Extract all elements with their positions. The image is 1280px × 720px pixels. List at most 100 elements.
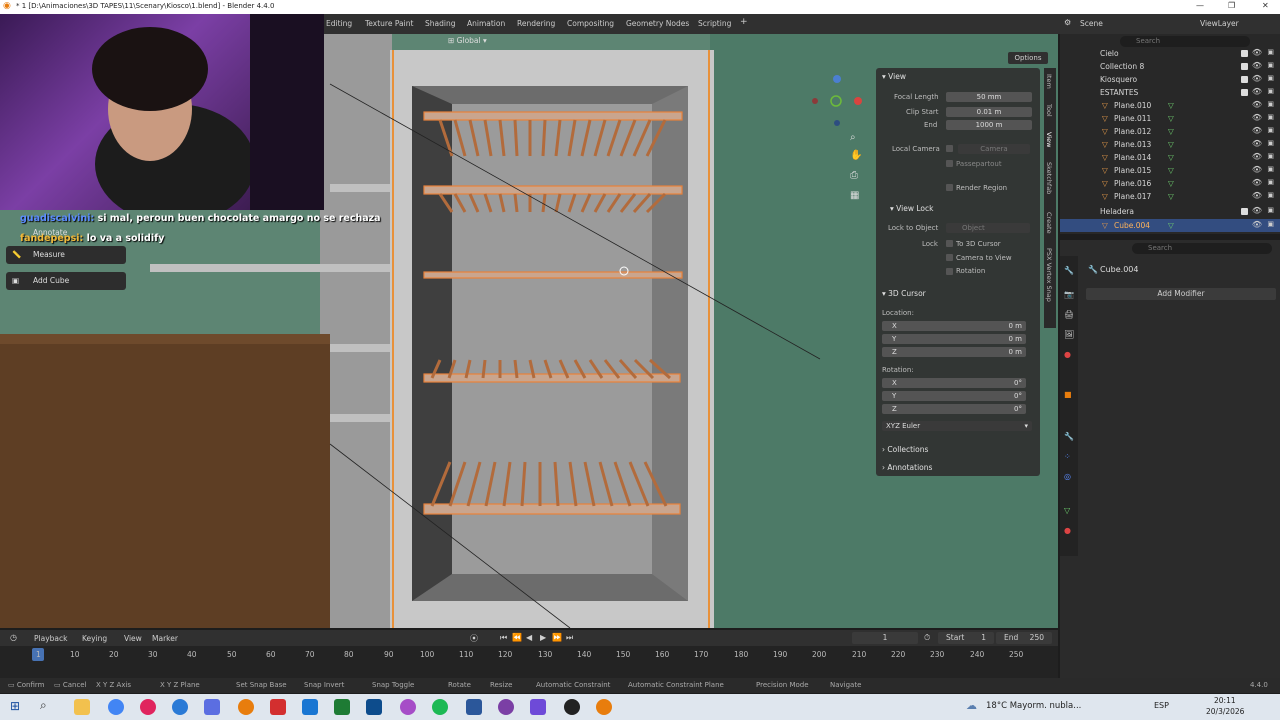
object-tab-icon[interactable]: ■ — [1064, 390, 1072, 399]
tab-sketchfab[interactable]: Sketchfab — [1045, 162, 1053, 194]
eye-icon[interactable]: 👁 — [1252, 152, 1262, 161]
minimize-icon[interactable]: — — [1196, 1, 1204, 10]
outliner-row[interactable]: ▽ Plane.010 ▽ 👁 ▣ — [1060, 99, 1280, 112]
render-icon[interactable]: ▣ — [1267, 152, 1274, 160]
transform-orientation-selector[interactable]: ⊞ Global ▾ — [448, 36, 487, 45]
outliner-row[interactable]: ▽ Plane.011 ▽ 👁 ▣ — [1060, 112, 1280, 125]
render-icon[interactable]: ▣ — [1267, 87, 1274, 95]
eye-icon[interactable]: 👁 — [1252, 126, 1262, 135]
marker-menu[interactable]: Marker — [152, 634, 178, 643]
eye-icon[interactable]: 👁 — [1252, 87, 1262, 96]
render-icon[interactable]: ▣ — [1267, 165, 1274, 173]
tab-scripting[interactable]: Scripting — [698, 19, 731, 28]
scene-tab-icon[interactable]: ● — [1064, 350, 1071, 359]
tool-tab-icon[interactable]: 🔧 — [1064, 266, 1074, 275]
visibility-checkbox[interactable] — [1241, 89, 1248, 96]
word-icon[interactable] — [466, 699, 482, 715]
render-icon[interactable]: ▣ — [1267, 126, 1274, 134]
discord-icon[interactable] — [498, 699, 514, 715]
outliner-row[interactable]: ESTANTES 👁 ▣ — [1060, 86, 1280, 99]
render-icon[interactable]: ▣ — [1267, 220, 1274, 228]
tab-compositing[interactable]: Compositing — [567, 19, 614, 28]
visibility-checkbox[interactable] — [1241, 76, 1248, 83]
eye-icon[interactable]: 👁 — [1252, 74, 1262, 83]
outliner-search-input[interactable]: Search — [1120, 36, 1250, 47]
outliner-row[interactable]: ▽ Plane.017 ▽ 👁 ▣ — [1060, 190, 1280, 203]
3d-cursor-header[interactable]: ▾ 3D Cursor — [882, 289, 926, 298]
language-indicator[interactable]: ESP — [1154, 701, 1169, 710]
clock-date[interactable]: 20/3/2026 — [1206, 707, 1244, 716]
outliner-row[interactable]: ▽ Plane.014 ▽ 👁 ▣ — [1060, 151, 1280, 164]
render-icon[interactable]: ▣ — [1267, 48, 1274, 56]
app3-icon[interactable] — [530, 699, 546, 715]
eye-icon[interactable]: 👁 — [1252, 220, 1262, 229]
recorder-icon[interactable] — [270, 699, 286, 715]
tool-annotate[interactable]: Annotate — [6, 224, 126, 242]
modifier-tab-icon[interactable]: 🔧 — [1064, 432, 1074, 441]
cursor-location-z[interactable]: Z 0 m — [882, 347, 1026, 357]
clock-time[interactable]: 20:11 — [1214, 696, 1236, 705]
viewport-options-button[interactable]: Options — [1008, 52, 1048, 64]
outliner-row[interactable]: Heladera 👁 ▣ — [1060, 205, 1280, 218]
windows-start-icon[interactable]: ⊞ — [10, 699, 20, 713]
pycharm-icon[interactable] — [334, 699, 350, 715]
camera-field[interactable]: Camera — [958, 144, 1030, 154]
eye-icon[interactable]: 👁 — [1252, 206, 1262, 215]
render-icon[interactable]: ▣ — [1267, 206, 1274, 214]
annotations-header[interactable]: › Annotations — [882, 463, 932, 472]
material-tab-icon[interactable]: ● — [1064, 526, 1071, 535]
lock-object-field[interactable]: Object — [946, 223, 1030, 233]
play-icon[interactable]: ▶ — [540, 633, 546, 642]
render-icon[interactable]: ▣ — [1267, 74, 1274, 82]
opera-icon[interactable] — [140, 699, 156, 715]
add-workspace-icon[interactable]: + — [740, 17, 748, 27]
visibility-checkbox[interactable] — [1241, 50, 1248, 57]
outliner-row-selected[interactable]: ▽ Cube.004 ▽ 👁 ▣ — [1060, 219, 1280, 232]
tab-animation[interactable]: Animation — [467, 19, 505, 28]
blender2-taskbar-icon[interactable] — [596, 699, 612, 715]
tab-item[interactable]: Item — [1045, 74, 1053, 89]
stopwatch-icon[interactable]: ⏱ — [924, 633, 930, 643]
outliner-row[interactable]: ▽ Plane.012 ▽ 👁 ▣ — [1060, 125, 1280, 138]
app2-icon[interactable] — [400, 699, 416, 715]
pan-hand-icon[interactable]: ✋ — [850, 150, 862, 161]
eye-icon[interactable]: 👁 — [1252, 165, 1262, 174]
spotify-icon[interactable] — [432, 699, 448, 715]
camera-view-icon[interactable]: ⎙ — [850, 170, 858, 181]
jump-end-icon[interactable]: ⏭ — [566, 633, 573, 643]
search-icon[interactable]: ⌕ — [40, 698, 47, 713]
outliner-row[interactable]: ▽ Plane.013 ▽ 👁 ▣ — [1060, 138, 1280, 151]
clock-icon[interactable]: ◷ — [10, 633, 17, 642]
record-icon[interactable]: ⦿ — [470, 633, 478, 644]
tab-psx-vertex-snap[interactable]: PSX Vertex Snap — [1045, 248, 1053, 302]
file-explorer-icon[interactable] — [74, 699, 90, 715]
cursor-rotation-z[interactable]: Z 0° — [882, 404, 1026, 414]
camera-to-view-checkbox[interactable] — [946, 254, 953, 261]
eye-icon[interactable]: 👁 — [1252, 139, 1262, 148]
eye-icon[interactable]: 👁 — [1252, 100, 1262, 109]
eye-icon[interactable]: 👁 — [1252, 113, 1262, 122]
eye-icon[interactable]: 👁 — [1252, 178, 1262, 187]
view-lock-header[interactable]: ▾ View Lock — [890, 204, 933, 213]
chrome-icon[interactable] — [108, 699, 124, 715]
vscode-icon[interactable] — [366, 699, 382, 715]
cursor-location-x[interactable]: X 0 m — [882, 321, 1026, 331]
zoom-icon[interactable]: ⌕ — [850, 132, 856, 143]
end-frame-field[interactable]: End 250 — [996, 632, 1052, 644]
outliner-row[interactable]: Kiosquero 👁 ▣ — [1060, 73, 1280, 86]
edge-icon[interactable] — [172, 699, 188, 715]
add-modifier-button[interactable]: Add Modifier — [1086, 288, 1276, 300]
render-tab-icon[interactable]: 📷 — [1064, 290, 1074, 299]
data-tab-icon[interactable]: ▽ — [1064, 506, 1070, 515]
weather-text[interactable]: 18°C Mayorm. nubla... — [986, 701, 1081, 711]
timeline-view-menu[interactable]: View — [124, 634, 142, 643]
render-icon[interactable]: ▣ — [1267, 191, 1274, 199]
collections-header[interactable]: › Collections — [882, 445, 928, 454]
eye-icon[interactable]: 👁 — [1252, 61, 1262, 70]
close-icon[interactable]: ✕ — [1262, 1, 1269, 10]
passepartout-checkbox[interactable] — [946, 160, 953, 167]
to-3d-cursor-checkbox[interactable] — [946, 240, 953, 247]
render-icon[interactable]: ▣ — [1267, 61, 1274, 69]
visibility-checkbox[interactable] — [1241, 208, 1248, 215]
obs-icon[interactable] — [564, 699, 580, 715]
